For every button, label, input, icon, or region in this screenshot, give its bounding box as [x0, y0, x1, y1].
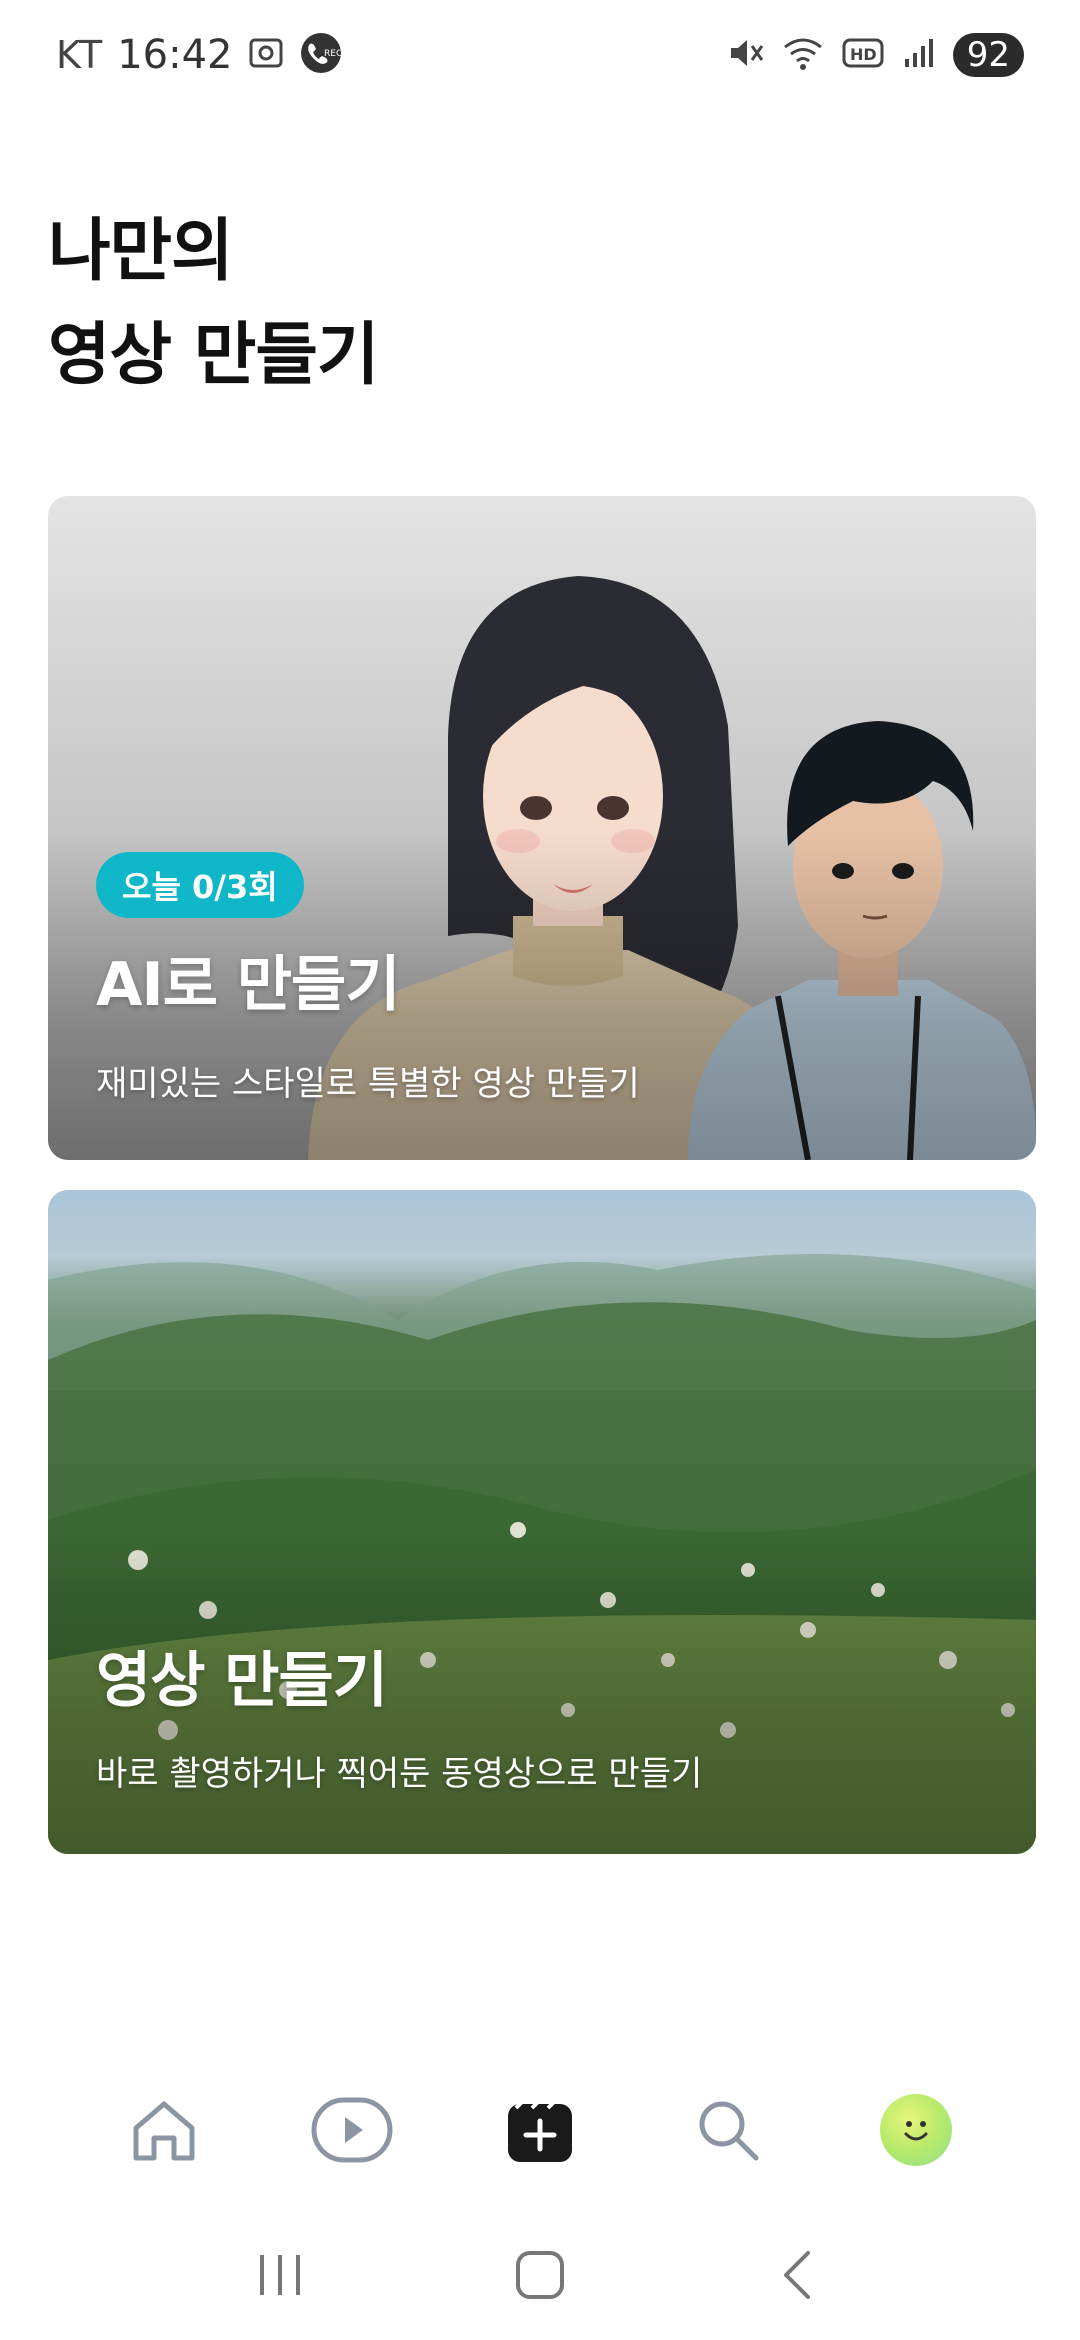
ai-create-card[interactable]: 오늘 0/3회 AI로 만들기 재미있는 스타일로 특별한 영상 만들기 — [48, 496, 1036, 1160]
status-left: KT 16:42 REC — [56, 28, 343, 82]
ai-card-subtitle: 재미있는 스타일로 특별한 영상 만들기 — [96, 1064, 640, 1104]
play-icon — [311, 2097, 393, 2163]
call-record-icon: REC — [300, 32, 343, 78]
nav-profile[interactable] — [866, 2080, 966, 2180]
back-button[interactable] — [750, 2230, 850, 2320]
nav-home[interactable] — [114, 2080, 214, 2180]
nav-search[interactable] — [678, 2080, 778, 2180]
clock: 16:42 — [117, 32, 233, 78]
nav-video[interactable] — [302, 2080, 402, 2180]
svg-text:HD: HD — [850, 45, 877, 64]
page-title-line1: 나만의 — [48, 212, 234, 291]
mute-icon — [725, 33, 765, 77]
video-create-card[interactable]: 영상 만들기 바로 촬영하거나 찍어둔 동영상으로 만들기 — [48, 1190, 1036, 1854]
profile-avatar — [880, 2094, 952, 2166]
recents-button[interactable] — [230, 2230, 330, 2320]
carrier-label: KT — [56, 33, 104, 77]
wifi-icon — [781, 33, 825, 77]
status-right: HD 92 — [725, 28, 1024, 82]
home-button[interactable] — [490, 2230, 590, 2320]
svg-text:REC: REC — [324, 49, 342, 59]
hd-icon: HD — [841, 35, 885, 75]
back-icon — [784, 2251, 810, 2299]
page-title: 나만의 영상 만들기 — [48, 200, 748, 408]
battery-indicator: 92 — [952, 33, 1024, 77]
status-bar: KT 16:42 REC HD 92 — [0, 0, 1080, 110]
ai-card-title: AI로 만들기 — [96, 950, 400, 1020]
smile-icon — [904, 2121, 928, 2141]
home-button-icon — [516, 2251, 564, 2299]
page-title-line2: 영상 만들기 — [48, 316, 379, 395]
video-card-subtitle: 바로 촬영하거나 찍어둔 동영상으로 만들기 — [96, 1754, 703, 1794]
search-icon — [699, 2101, 759, 2161]
recents-icon — [260, 2255, 300, 2295]
signal-icon — [901, 35, 937, 75]
create-icon — [508, 2098, 572, 2162]
daily-quota-badge: 오늘 0/3회 — [96, 852, 304, 918]
home-icon — [133, 2101, 195, 2161]
nav-create[interactable] — [490, 2080, 590, 2180]
screenshot-icon — [246, 33, 286, 77]
bottom-nav — [0, 2070, 1080, 2190]
video-card-title: 영상 만들기 — [96, 1646, 388, 1716]
system-nav-bar — [0, 2220, 1080, 2330]
